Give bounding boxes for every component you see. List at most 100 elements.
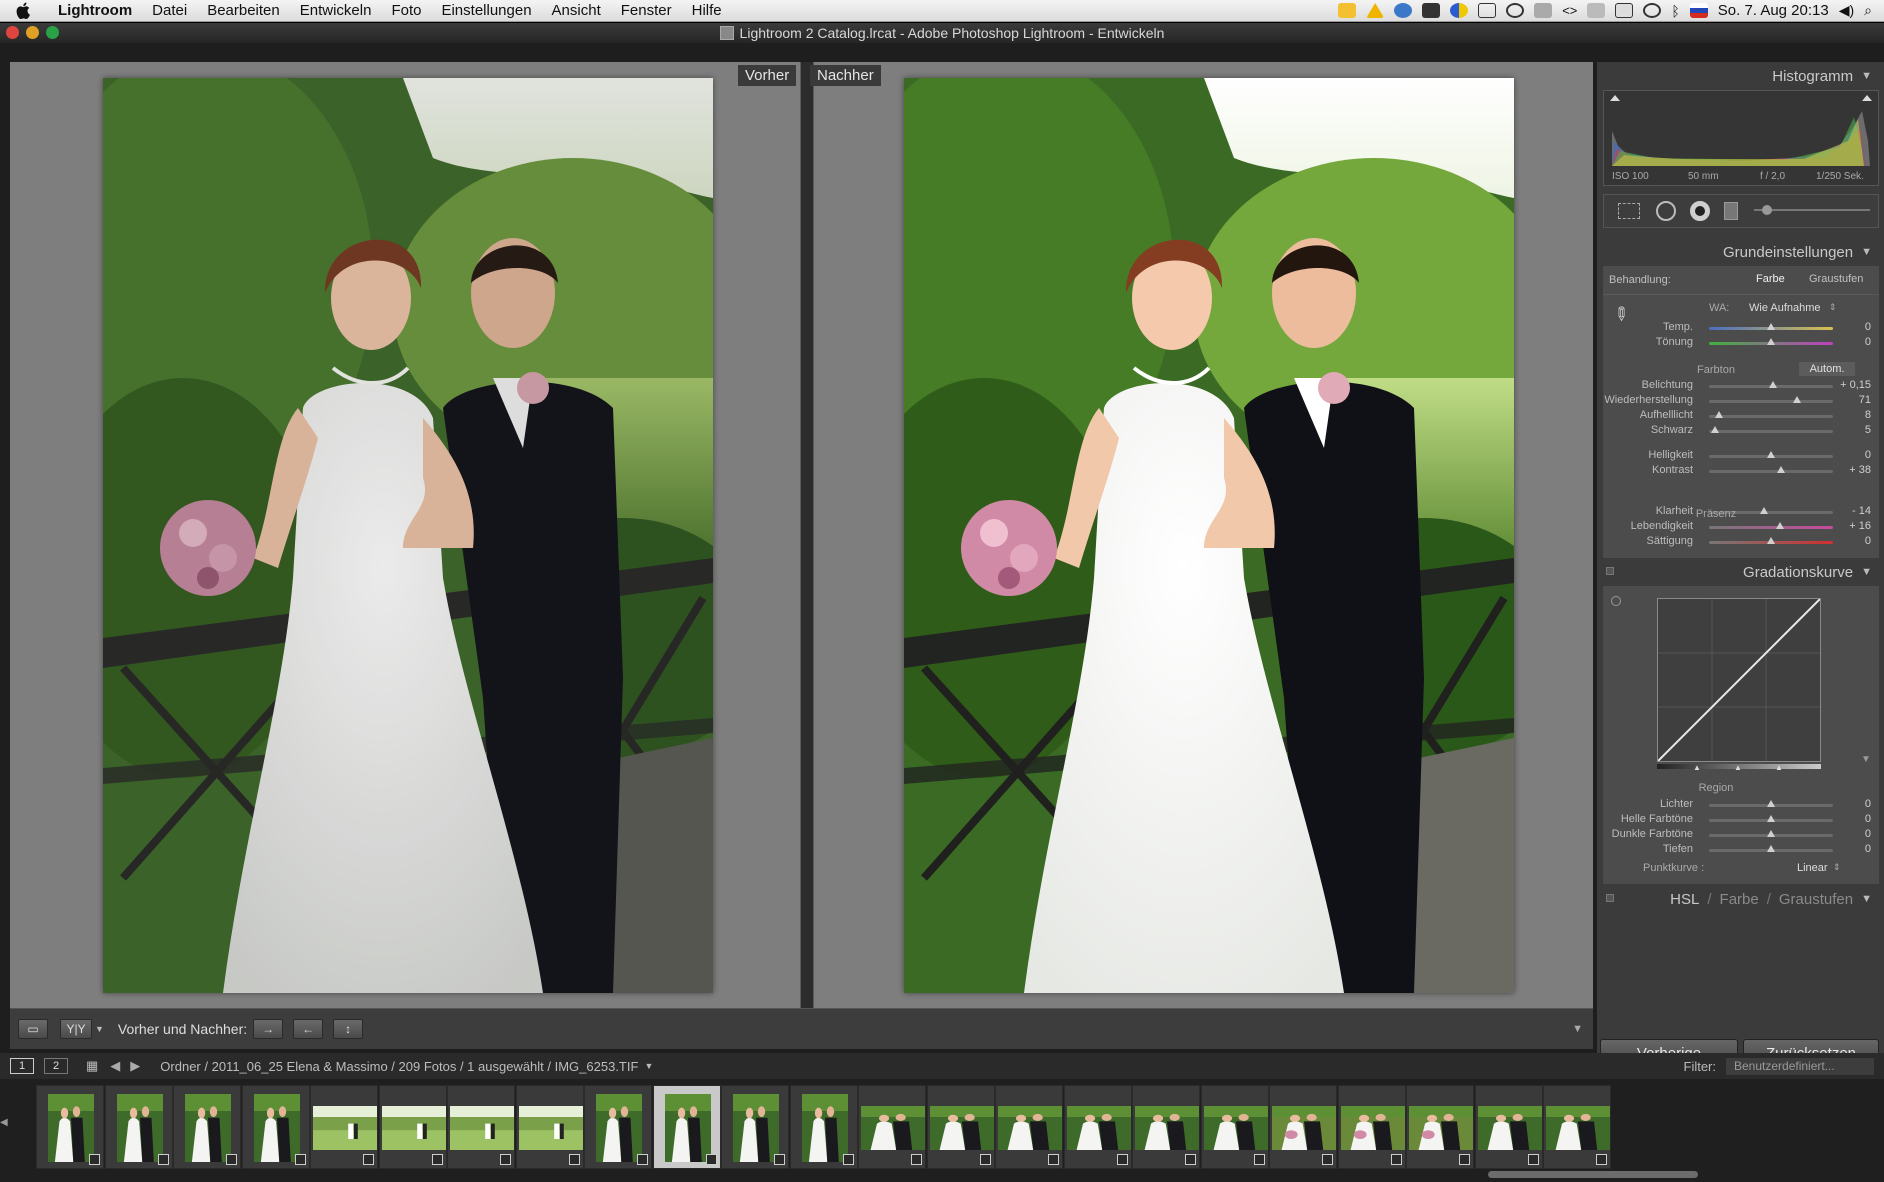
- tone-curve-graph[interactable]: [1657, 598, 1821, 762]
- filmstrip-thumbnail[interactable]: [1406, 1085, 1474, 1169]
- menu-clock[interactable]: So. 7. Aug 20:13: [1718, 2, 1829, 19]
- basic-slider-value[interactable]: 5: [1865, 424, 1871, 436]
- monitor-icon[interactable]: [1615, 3, 1634, 18]
- back-arrow-icon[interactable]: ◀: [110, 1058, 120, 1074]
- collapse-arrow-icon[interactable]: ▼: [1861, 70, 1872, 82]
- point-curve-dropdown-arrow-icon[interactable]: ⇕: [1833, 862, 1841, 873]
- basic-slider-row[interactable]: Tönung 0: [1603, 335, 1879, 351]
- basic-slider-knob[interactable]: [1767, 537, 1775, 544]
- basic-slider-row[interactable]: Temp. 0: [1603, 320, 1879, 336]
- basic-slider-knob[interactable]: [1714, 411, 1723, 418]
- auto-tone-button[interactable]: Autom.: [1799, 362, 1855, 376]
- source-dropdown-arrow-icon[interactable]: ▼: [644, 1061, 653, 1071]
- basic-slider-value[interactable]: 0: [1865, 535, 1871, 547]
- basic-slider-knob[interactable]: [1775, 522, 1784, 529]
- filmstrip-left-arrow-icon[interactable]: ◀: [0, 1117, 8, 1128]
- copy-before-to-after-button[interactable]: →: [253, 1019, 284, 1039]
- menu-einstellungen[interactable]: Einstellungen: [431, 2, 541, 19]
- grayscale-tab[interactable]: Graustufen: [1779, 891, 1853, 908]
- spot-removal-icon[interactable]: [1656, 201, 1676, 221]
- filmstrip-thumbnail[interactable]: [858, 1085, 926, 1169]
- after-photo[interactable]: [904, 78, 1514, 993]
- filmstrip-thumbnail[interactable]: [789, 1085, 858, 1169]
- curve-slider-knob[interactable]: [1767, 845, 1775, 852]
- primary-window-button[interactable]: 1: [10, 1058, 34, 1074]
- filmstrip-thumbnail[interactable]: [36, 1085, 104, 1169]
- zoom-button[interactable]: [46, 26, 59, 39]
- menu-foto[interactable]: Foto: [381, 2, 431, 19]
- basic-slider-track[interactable]: [1709, 526, 1833, 529]
- menu-bearbeiten[interactable]: Bearbeiten: [197, 2, 290, 19]
- code-icon[interactable]: <>: [1562, 3, 1577, 18]
- filmstrip-thumbnail[interactable]: [1063, 1085, 1132, 1169]
- display-icon[interactable]: [1534, 3, 1553, 18]
- menu-entwickeln[interactable]: Entwickeln: [290, 2, 382, 19]
- close-button[interactable]: [6, 26, 19, 39]
- filmstrip-thumbnail[interactable]: [173, 1085, 241, 1169]
- filmstrip-source-path[interactable]: Ordner / 2011_06_25 Elena & Massimo / 20…: [160, 1059, 638, 1074]
- basic-slider-row[interactable]: Kontrast + 38: [1603, 463, 1879, 479]
- basic-slider-row[interactable]: Aufhelllicht 8: [1603, 408, 1879, 424]
- menu-ansicht[interactable]: Ansicht: [542, 2, 611, 19]
- basic-slider-row[interactable]: Lebendigkeit + 16: [1603, 519, 1879, 535]
- curve-expand-arrow-icon[interactable]: ▼: [1861, 754, 1871, 765]
- minimize-button[interactable]: [26, 26, 39, 39]
- basic-slider-knob[interactable]: [1767, 451, 1775, 458]
- volume-icon[interactable]: ◀): [1839, 2, 1854, 19]
- filmstrip-thumbnail[interactable]: [310, 1085, 378, 1169]
- filmstrip-thumbnail[interactable]: [1200, 1085, 1269, 1169]
- curve-slider-knob[interactable]: [1767, 800, 1775, 807]
- basic-slider-value[interactable]: + 0,15: [1840, 379, 1871, 391]
- filmstrip-thumbnail[interactable]: [241, 1085, 310, 1169]
- basic-slider-knob[interactable]: [1767, 323, 1775, 330]
- filmstrip-thumbnail[interactable]: [652, 1085, 721, 1169]
- basic-slider-knob[interactable]: [1711, 426, 1720, 433]
- menu-datei[interactable]: Datei: [142, 2, 197, 19]
- apple-icon[interactable]: [12, 2, 34, 20]
- filmstrip-thumbnail[interactable]: [584, 1085, 652, 1169]
- basic-slider-track[interactable]: [1709, 400, 1833, 403]
- filmstrip-thumbnail[interactable]: [995, 1085, 1063, 1169]
- filmstrip-thumbnail[interactable]: [515, 1085, 584, 1169]
- curve-slider-value[interactable]: 0: [1865, 813, 1871, 825]
- crop-tool-icon[interactable]: [1618, 203, 1640, 219]
- collapse-arrow-icon[interactable]: ▼: [1861, 893, 1872, 905]
- basic-slider-row[interactable]: Wiederherstellung 71: [1603, 393, 1879, 409]
- treatment-color-option[interactable]: Farbe: [1756, 273, 1785, 285]
- curve-slider-row[interactable]: Dunkle Farbtöne 0: [1603, 827, 1879, 843]
- view-dropdown-icon[interactable]: ▼: [95, 1024, 104, 1034]
- basic-slider-value[interactable]: 0: [1865, 336, 1871, 348]
- copy-after-to-before-button[interactable]: ←: [293, 1019, 324, 1039]
- filmstrip-thumbnail[interactable]: [1543, 1085, 1611, 1169]
- basic-slider-track[interactable]: [1709, 430, 1833, 433]
- adjustment-brush-icon[interactable]: [1762, 205, 1772, 215]
- loupe-view-button[interactable]: ▭: [18, 1019, 48, 1039]
- filmstrip-thumbnail[interactable]: [1269, 1085, 1337, 1169]
- eject-icon[interactable]: [1587, 3, 1606, 18]
- hsl-tab[interactable]: HSL: [1670, 891, 1699, 908]
- basic-slider-knob[interactable]: [1767, 338, 1775, 345]
- basic-slider-knob[interactable]: [1776, 466, 1785, 473]
- folder-icon[interactable]: [1422, 3, 1441, 18]
- input-language-flag-icon[interactable]: [1689, 3, 1708, 18]
- filter-dropdown[interactable]: Benutzerdefiniert...: [1726, 1057, 1874, 1075]
- grid-view-icon[interactable]: ▦: [86, 1058, 98, 1074]
- swap-before-after-button[interactable]: ↕: [333, 1019, 364, 1039]
- curve-slider-knob[interactable]: [1767, 830, 1775, 837]
- spotlight-icon[interactable]: ⌕: [1864, 2, 1872, 19]
- curve-slider-row[interactable]: Helle Farbtöne 0: [1603, 812, 1879, 828]
- collapse-arrow-icon[interactable]: ▼: [1861, 246, 1872, 258]
- curve-slider-row[interactable]: Lichter 0: [1603, 797, 1879, 813]
- basic-slider-value[interactable]: 0: [1865, 321, 1871, 333]
- treatment-grayscale-option[interactable]: Graustufen: [1809, 273, 1863, 285]
- time-machine-icon[interactable]: [1643, 3, 1662, 18]
- sync-icon[interactable]: [1450, 3, 1469, 18]
- bluetooth-icon[interactable]: ᛒ: [1671, 3, 1679, 19]
- filmstrip-thumbnail[interactable]: [1337, 1085, 1406, 1169]
- basic-slider-row[interactable]: Schwarz 5: [1603, 423, 1879, 439]
- secondary-window-button[interactable]: 2: [44, 1058, 68, 1074]
- basic-slider-value[interactable]: + 38: [1849, 464, 1871, 476]
- midtone-split-handle[interactable]: ▲: [1734, 763, 1742, 772]
- wb-dropdown-arrow-icon[interactable]: ⇕: [1829, 302, 1837, 313]
- color-tab[interactable]: Farbe: [1720, 891, 1759, 908]
